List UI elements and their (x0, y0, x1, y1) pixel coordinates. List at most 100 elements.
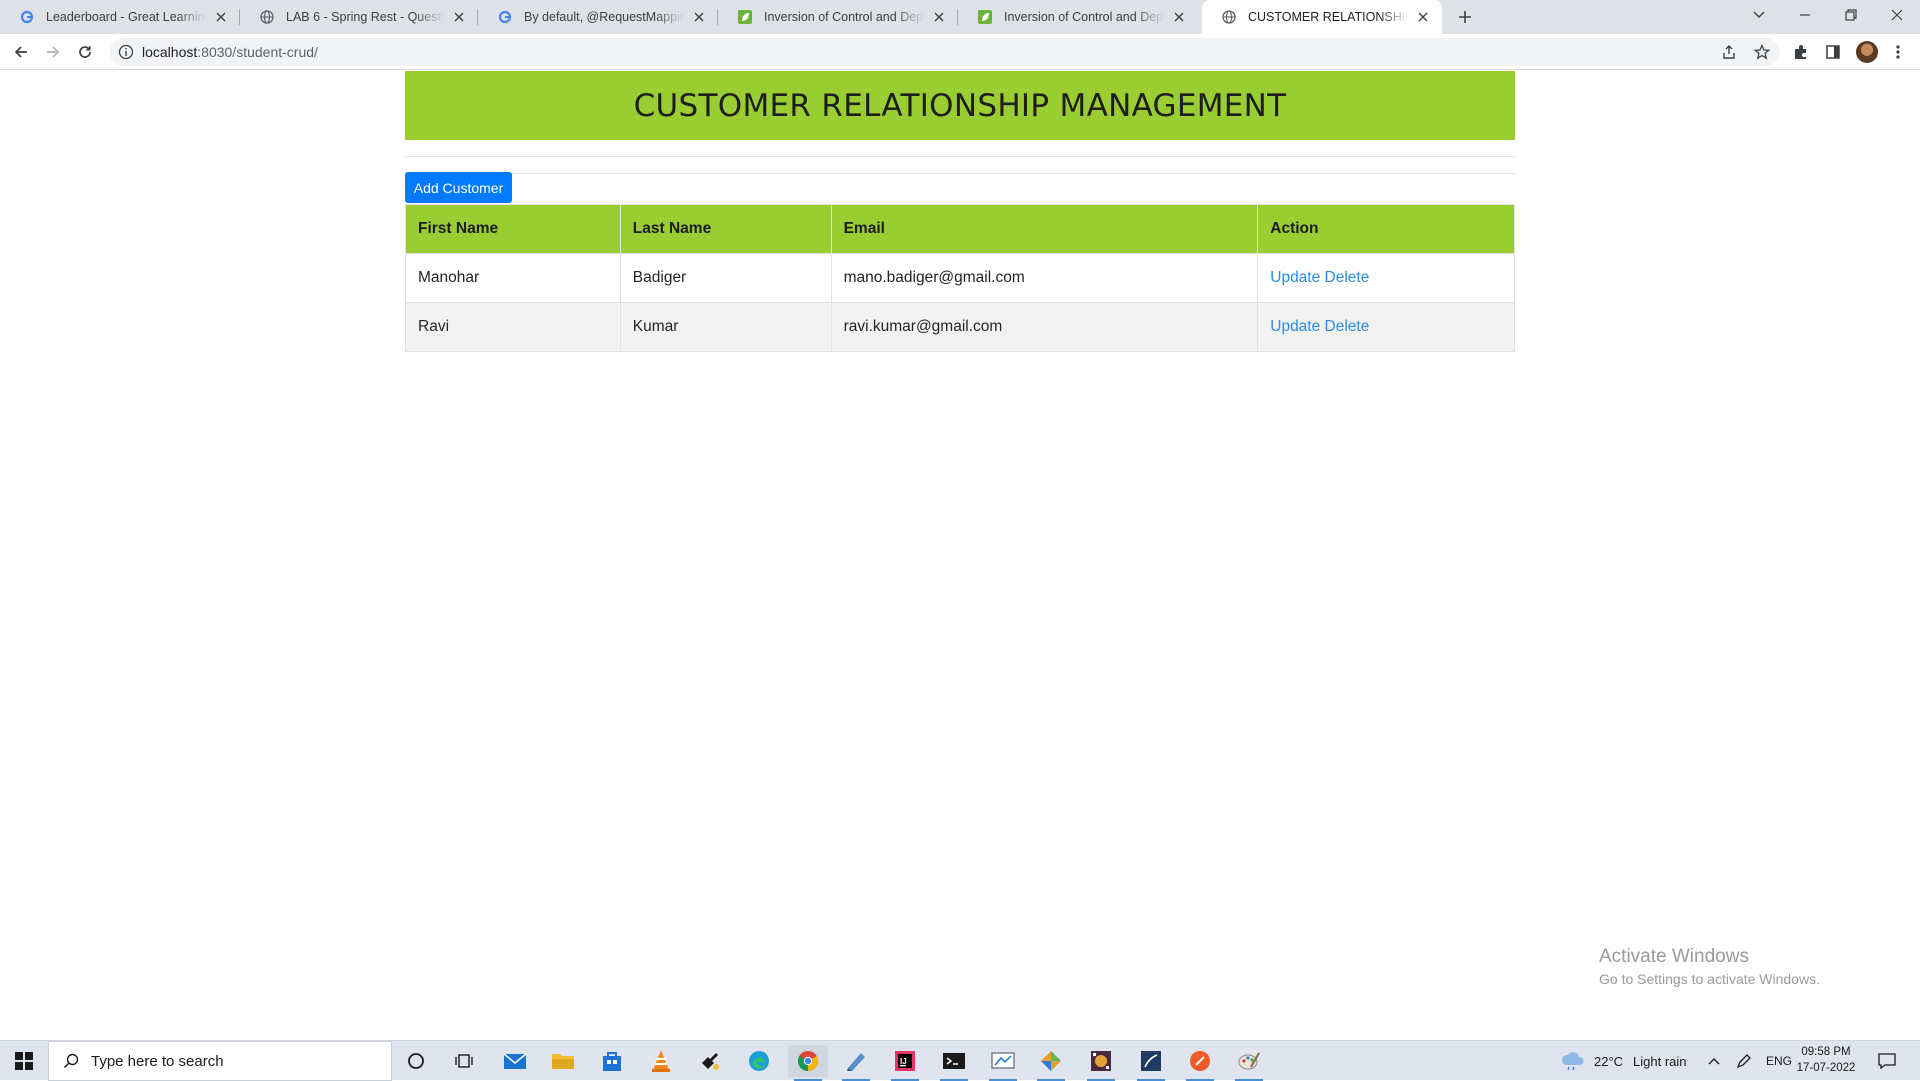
vlc-cone-icon (652, 1050, 670, 1072)
puzzle-icon (1795, 45, 1806, 59)
url-text: localhost:8030/student-crud/ (142, 38, 318, 66)
search-placeholder: Type here to search (91, 1052, 224, 1070)
search-icon (61, 1051, 81, 1071)
browser-toolbar: localhost:8030/student-crud/ (0, 34, 1920, 70)
taskbar-puzzle-app[interactable] (690, 1045, 730, 1077)
clock-time: 09:58 PM (1801, 1046, 1851, 1058)
tab-title: By default, @RequestMapping g (524, 10, 684, 24)
forward-button[interactable] (41, 40, 65, 64)
weather-temp: 22°C (1594, 1053, 1624, 1069)
menu-button[interactable] (1886, 40, 1910, 64)
tab-ioc-1[interactable]: Inversion of Control and Depend (718, 0, 958, 34)
spring-leaf-icon (978, 10, 992, 24)
taskbar-search-box[interactable]: Type here to search (48, 1041, 392, 1081)
system-clock[interactable]: 09:58 PM 17-07-2022 (1796, 1044, 1856, 1076)
add-customer-button[interactable]: Add Customer (405, 172, 512, 203)
taskbar-terminal[interactable] (934, 1045, 974, 1081)
language-indicator[interactable]: ENG (1766, 1041, 1792, 1081)
address-bar[interactable]: localhost:8030/student-crud/ (110, 38, 1780, 66)
task-view-icon (455, 1054, 473, 1068)
update-link[interactable]: Update (1270, 318, 1320, 335)
cortana-icon (408, 1053, 424, 1069)
cell-email: mano.badiger@gmail.com (830, 253, 1259, 303)
browser-tab-strip: Leaderboard - Great Learning LAB 6 - Spr… (0, 0, 1920, 34)
tab-lab6[interactable]: LAB 6 - Spring Rest - Question (2 (240, 0, 478, 34)
column-header-first-name: First Name (405, 204, 621, 254)
url-host: localhost (142, 44, 198, 60)
arrow-right-icon (47, 46, 60, 58)
taskbar-notepad[interactable] (836, 1045, 876, 1081)
close-window-button[interactable] (1874, 0, 1920, 30)
cell-email: ravi.kumar@gmail.com (830, 302, 1259, 352)
task-view-button[interactable] (444, 1045, 484, 1077)
tab-crm-active[interactable]: CUSTOMER RELATIONSHIP MAN (1202, 0, 1442, 34)
share-button[interactable] (1717, 40, 1741, 64)
cell-action: Update Delete (1257, 302, 1515, 352)
pen-workspace-button[interactable] (1736, 1041, 1752, 1081)
tab-search-button[interactable] (1736, 0, 1782, 30)
close-icon[interactable] (1414, 8, 1432, 26)
tab-title: CUSTOMER RELATIONSHIP MAN (1248, 10, 1408, 24)
tab-title: Inversion of Control and Depend (764, 10, 924, 24)
table-row: Ravi Kumar ravi.kumar@gmail.com Update D… (405, 302, 1515, 352)
bookmark-button[interactable] (1750, 40, 1774, 64)
info-icon (118, 44, 134, 60)
column-header-email: Email (830, 204, 1259, 254)
cell-first-name: Manohar (405, 253, 621, 303)
taskbar-intellij[interactable]: IJ (885, 1045, 925, 1081)
close-icon[interactable] (1170, 8, 1188, 26)
web-page: CUSTOMER RELATIONSHIP MANAGEMENT Add Cus… (0, 71, 1920, 1040)
table-row: Manohar Badiger mano.badiger@gmail.com U… (405, 253, 1515, 303)
close-icon[interactable] (450, 8, 468, 26)
taskbar-sql-workbench[interactable] (1131, 1045, 1171, 1081)
terminal-icon (943, 1053, 965, 1069)
minimize-button[interactable] (1782, 0, 1828, 30)
taskbar-postman[interactable] (1180, 1045, 1220, 1081)
cloud-rain-icon (1561, 1052, 1584, 1071)
clock-date: 17-07-2022 (1796, 1062, 1856, 1074)
taskbar-file-explorer[interactable] (543, 1045, 583, 1077)
divider (405, 173, 1515, 174)
taskbar-chrome[interactable] (788, 1045, 828, 1081)
delete-link[interactable]: Delete (1325, 269, 1370, 286)
close-icon[interactable] (930, 8, 948, 26)
cell-first-name: Ravi (405, 302, 621, 352)
new-tab-button[interactable] (1454, 6, 1476, 28)
restore-button[interactable] (1828, 0, 1874, 30)
back-button[interactable] (9, 40, 33, 64)
globe-icon (260, 10, 274, 24)
taskbar-mail[interactable] (495, 1045, 535, 1077)
activate-windows-watermark: Activate Windows Go to Settings to activ… (1599, 946, 1820, 987)
tab-leaderboard[interactable]: Leaderboard - Great Learning (0, 0, 240, 34)
taskbar-paint3d[interactable] (1031, 1045, 1071, 1081)
divider (405, 156, 1515, 157)
close-icon[interactable] (690, 8, 708, 26)
tray-overflow-button[interactable] (1708, 1041, 1720, 1081)
taskbar-snipping[interactable] (983, 1045, 1023, 1081)
side-panel-button[interactable] (1821, 40, 1845, 64)
reload-button[interactable] (73, 40, 97, 64)
taskbar-paint[interactable] (1229, 1045, 1269, 1081)
weather-widget[interactable]: 22°C Light rain (1560, 1041, 1687, 1081)
notification-center-button[interactable] (1878, 1041, 1896, 1081)
delete-link[interactable]: Delete (1325, 318, 1370, 335)
profile-avatar[interactable] (1856, 41, 1878, 63)
column-header-action: Action (1257, 204, 1515, 254)
customer-table: First Name Last Name Email Action Manoha… (405, 204, 1515, 352)
globe-icon (1222, 10, 1236, 24)
watermark-subtitle: Go to Settings to activate Windows. (1599, 971, 1820, 987)
taskbar-edge[interactable] (739, 1045, 779, 1077)
close-icon[interactable] (212, 8, 230, 26)
tab-ioc-2[interactable]: Inversion of Control and Depend (958, 0, 1198, 34)
taskbar-store[interactable] (592, 1045, 632, 1077)
extensions-button[interactable] (1789, 40, 1813, 64)
taskbar-vlc[interactable] (641, 1045, 681, 1077)
start-button[interactable] (0, 1041, 48, 1081)
update-link[interactable]: Update (1270, 269, 1320, 286)
tab-title: Inversion of Control and Depend (1004, 10, 1164, 24)
folder-icon (552, 1054, 574, 1069)
taskbar-media-app[interactable] (1081, 1045, 1121, 1081)
tab-requestmapping[interactable]: By default, @RequestMapping g (478, 0, 718, 34)
plus-icon (1459, 11, 1471, 23)
cortana-button[interactable] (396, 1045, 436, 1077)
